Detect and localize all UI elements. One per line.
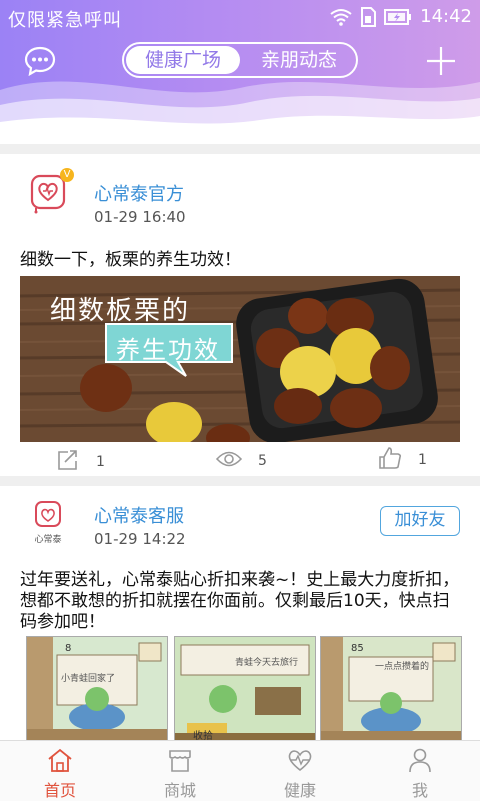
avatar-caption: 心常泰 [34,535,62,545]
nav-shop[interactable]: 商城 [120,741,240,801]
feed-tab-switcher: 健康广场 亲朋动态 [122,42,358,78]
status-bar: 仅限紧急呼叫 14:42 [0,0,480,36]
thumb-bubble: 一点点攒着的 [375,662,430,672]
wifi-icon [330,8,352,26]
chat-bubble-icon[interactable] [24,46,56,77]
post-image[interactable]: 细数板栗的 养生功效 [20,276,460,442]
person-icon [407,747,433,773]
post-text: 过年要送礼，心常泰贴心折扣来袭~！史上最大力度折扣，想都不敢想的折扣就摆在你面前… [20,570,460,632]
card-divider [0,476,480,486]
nav-label: 商城 [163,781,196,800]
post-feed: V 心常泰官方 01-29 16:40 细数一下，板栗的养生功效！ 细数板栗的 … [0,140,480,740]
post-author[interactable]: 心常泰客服 [94,502,184,528]
tab-friends-feed[interactable]: 亲朋动态 [244,46,354,74]
status-time: 14:42 [420,6,472,27]
status-carrier-text: 仅限紧急呼叫 [8,10,122,31]
sim-card-icon [360,6,377,27]
add-plus-icon[interactable] [424,44,458,78]
status-icons: 14:42 [330,6,472,27]
image-thumb[interactable]: 8 小青蛙回家了 [26,636,168,740]
eye-icon [215,450,243,472]
verified-badge: V [60,168,74,182]
share-icon [56,448,80,476]
nav-label: 健康 [283,781,316,800]
bottom-nav: 首页 商城 健康 我 [0,740,480,801]
thumb-tag: 收拾 [193,731,213,740]
thumb-count: 85 [351,643,364,654]
nav-health[interactable]: 健康 [240,741,360,801]
share-count: 1 [96,454,105,470]
app-header: 仅限紧急呼叫 14:42 健康广场 亲朋动态 [0,0,480,140]
heart-pulse-icon [287,747,313,773]
service-avatar[interactable]: 心常泰 [26,498,70,550]
nav-profile[interactable]: 我 [360,741,480,801]
post-text: 细数一下，板栗的养生功效！ [20,250,241,270]
nav-label: 我 [411,781,428,800]
nav-home[interactable]: 首页 [0,741,120,801]
add-friend-button[interactable]: 加好友 [380,506,460,536]
thumb-bubble: 小青蛙回家了 [61,674,116,684]
post-card[interactable]: V 心常泰官方 01-29 16:40 细数一下，板栗的养生功效！ 细数板栗的 … [0,154,480,476]
like-count: 1 [418,452,427,468]
view-action: 5 [215,450,267,472]
tab-health-square[interactable]: 健康广场 [126,46,240,74]
nav-label: 首页 [43,781,76,800]
thumb-count: 8 [65,643,72,654]
post-time: 01-29 16:40 [94,208,186,226]
battery-icon [384,8,412,26]
card-divider [0,144,480,154]
image-thumb[interactable]: 85 一点点攒着的 [320,636,462,740]
home-icon [47,747,73,773]
share-action[interactable]: 1 [56,448,105,476]
post-time: 01-29 14:22 [94,530,186,548]
image-tag: 养生功效 [116,336,220,364]
like-action[interactable]: 1 [378,446,427,474]
thumbs-up-icon [378,446,402,474]
view-count: 5 [258,453,267,469]
post-card[interactable]: 心常泰 心常泰客服 01-29 14:22 加好友 过年要送礼，心常泰贴心折扣来… [0,486,480,740]
image-title: 细数板栗的 [50,296,191,326]
thumb-bubble: 青蛙今天去旅行 [235,658,299,668]
shop-icon [167,747,193,773]
image-thumb[interactable]: 青蛙今天去旅行 收拾 [174,636,316,740]
post-author[interactable]: 心常泰官方 [94,180,184,206]
